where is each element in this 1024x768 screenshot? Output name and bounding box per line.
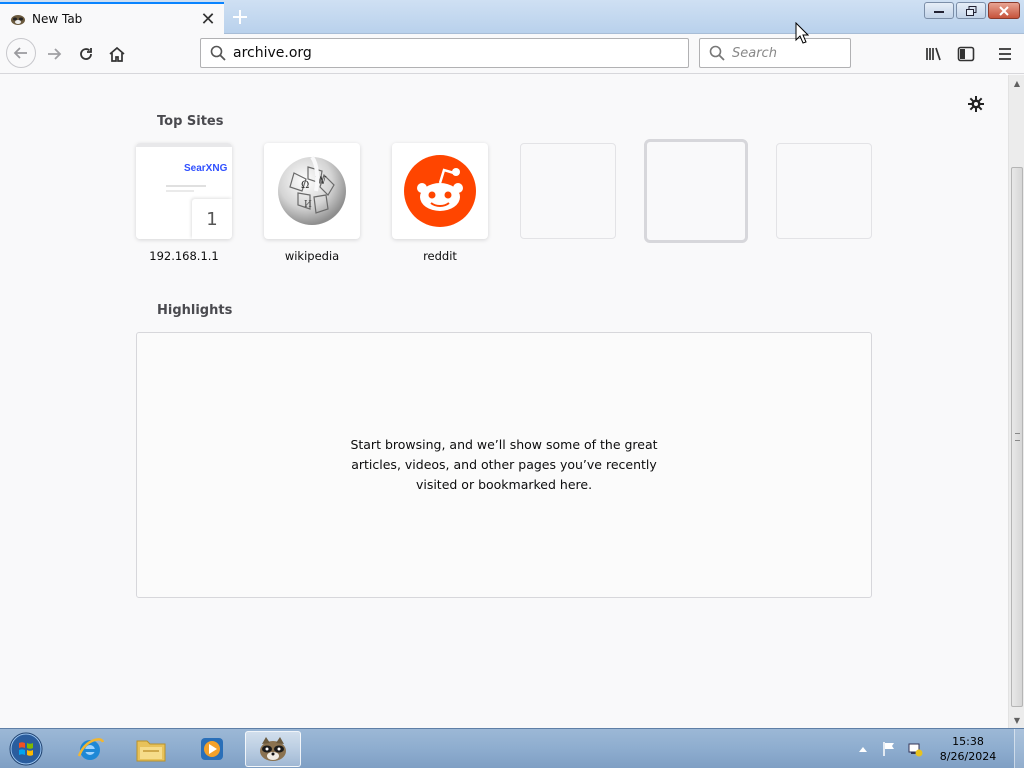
- pinned-index-badge: 1: [192, 199, 232, 239]
- close-window-button[interactable]: [988, 2, 1020, 19]
- tab-new-tab[interactable]: New Tab ✕: [0, 2, 224, 34]
- vertical-scrollbar[interactable]: ▲ ▼: [1008, 75, 1024, 728]
- top-site-thumbnail[interactable]: SearXNG 1: [136, 143, 232, 239]
- media-player-icon: [201, 738, 223, 760]
- new-tab-button[interactable]: [228, 5, 252, 29]
- back-button[interactable]: [6, 38, 36, 68]
- reload-button[interactable]: [72, 40, 100, 68]
- top-site-tile[interactable]: reddit: [392, 143, 488, 263]
- minimize-button[interactable]: [924, 2, 954, 19]
- sidebar-icon: [957, 46, 975, 62]
- close-tab-icon[interactable]: ✕: [198, 9, 218, 30]
- windows-logo-icon: [9, 732, 43, 766]
- network-icon[interactable]: [906, 740, 924, 758]
- show-hidden-icons-button[interactable]: [854, 740, 872, 758]
- forward-button[interactable]: [40, 40, 68, 68]
- sidebar-button[interactable]: [952, 40, 980, 68]
- clock-time: 15:38: [952, 735, 984, 748]
- plus-icon: [233, 10, 247, 24]
- menu-button[interactable]: [991, 40, 1019, 68]
- reddit-logo-icon: [404, 155, 476, 227]
- forward-arrow-icon: [48, 48, 62, 60]
- library-icon: [926, 47, 941, 61]
- raccoon-app-icon: [260, 737, 286, 761]
- tab-strip: New Tab ✕: [0, 0, 1024, 34]
- hamburger-menu-icon: [999, 48, 1011, 60]
- search-icon: [209, 44, 227, 62]
- taskbar-internet-explorer[interactable]: [62, 731, 118, 767]
- folder-icon: [136, 740, 166, 762]
- taskbar-firefox[interactable]: [245, 731, 301, 767]
- top-sites-title: Top Sites: [157, 114, 224, 129]
- url-bar[interactable]: archive.org: [200, 38, 689, 68]
- empty-top-site-slot: [776, 143, 872, 239]
- scrollbar-thumb[interactable]: [1011, 167, 1023, 707]
- highlights-title: Highlights: [157, 303, 233, 318]
- top-site-tile[interactable]: Ω W И wikipedia: [264, 143, 360, 263]
- highlights-empty-message: Start browsing, and we’ll show some of t…: [350, 437, 658, 492]
- scroll-up-arrow-icon[interactable]: ▲: [1009, 75, 1024, 91]
- url-text[interactable]: archive.org: [233, 45, 312, 61]
- system-tray: 15:38 8/26/2024: [850, 729, 1024, 768]
- svg-text:И: И: [304, 200, 312, 210]
- start-button[interactable]: [6, 731, 46, 767]
- show-desktop-button[interactable]: [1014, 729, 1024, 768]
- taskbar-windows-explorer[interactable]: [123, 731, 179, 767]
- top-site-thumbnail[interactable]: [392, 143, 488, 239]
- chevron-up-icon: [859, 747, 867, 752]
- new-tab-page: Top Sites SearXNG 1 192.168.1.1 Ω W И wi…: [0, 75, 1008, 728]
- raccoon-favicon-icon: [11, 15, 25, 25]
- taskbar: 15:38 8/26/2024: [0, 728, 1024, 768]
- empty-top-site-slot: [520, 143, 616, 239]
- mouse-cursor-icon: [795, 22, 809, 44]
- clock-date: 8/26/2024: [939, 750, 997, 763]
- top-site-label: 192.168.1.1: [149, 249, 219, 263]
- scrollbar-grip: [1015, 433, 1020, 441]
- top-site-tile[interactable]: SearXNG 1 192.168.1.1: [136, 143, 232, 263]
- gear-icon: [968, 96, 984, 112]
- window-controls: [924, 2, 1020, 19]
- tab-title: New Tab: [32, 12, 83, 26]
- top-site-label: reddit: [423, 249, 457, 263]
- internet-explorer-icon: [77, 738, 105, 760]
- search-icon: [708, 44, 726, 62]
- highlights-empty-state: Start browsing, and we’ll show some of t…: [136, 332, 872, 598]
- search-placeholder[interactable]: Search: [732, 46, 777, 61]
- back-arrow-icon: [13, 47, 27, 59]
- close-icon: [999, 5, 1009, 16]
- action-center-flag-icon[interactable]: [880, 740, 898, 758]
- svg-text:Ω: Ω: [301, 180, 309, 191]
- home-button[interactable]: [103, 40, 131, 68]
- empty-top-site-slot: [644, 139, 748, 243]
- taskbar-media-player[interactable]: [184, 731, 240, 767]
- search-bar[interactable]: Search: [699, 38, 851, 68]
- minimize-icon: [934, 10, 944, 13]
- scroll-down-arrow-icon[interactable]: ▼: [1009, 712, 1024, 728]
- wikipedia-globe-icon: Ω W И: [278, 155, 346, 225]
- restore-icon: [965, 5, 976, 16]
- top-site-thumbnail[interactable]: Ω W И: [264, 143, 360, 239]
- clock[interactable]: 15:38 8/26/2024: [936, 734, 1000, 764]
- reload-icon: [80, 48, 92, 60]
- library-button[interactable]: [920, 40, 948, 68]
- searxng-logo-text: SearXNG: [184, 163, 228, 174]
- navigation-toolbar: archive.org Search: [0, 34, 1024, 74]
- top-site-label: wikipedia: [284, 249, 340, 263]
- restore-button[interactable]: [956, 2, 986, 19]
- customize-button[interactable]: [966, 94, 986, 114]
- home-icon: [109, 46, 125, 62]
